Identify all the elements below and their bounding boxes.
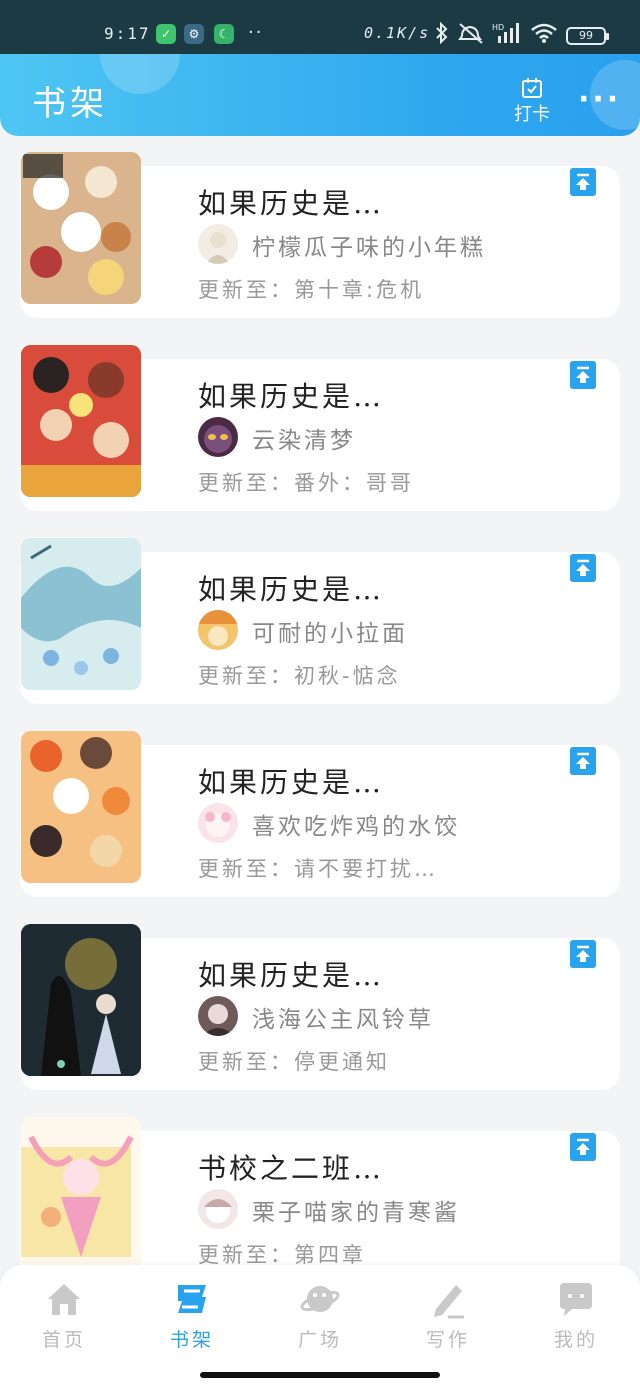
nav-label: 我的 [553, 1329, 598, 1351]
nav-label: 书架 [169, 1329, 214, 1351]
book-cover[interactable] [21, 538, 141, 690]
pin-to-top-icon[interactable] [570, 554, 596, 582]
pin-to-top-icon[interactable] [570, 168, 596, 196]
author-name: 云染清梦 [252, 428, 356, 454]
book-title: 如果历史是… [198, 380, 385, 413]
status-time: 9:17 [104, 24, 151, 43]
mute-icon [458, 23, 483, 44]
update-info: 更新至：第四章 [198, 1243, 366, 1265]
chat-bubble-icon [560, 1283, 592, 1316]
author-avatar [198, 803, 238, 843]
book-cover[interactable] [21, 924, 141, 1076]
settings-app-icon: ⚙ [184, 24, 204, 44]
bookshelf-icon [178, 1285, 206, 1313]
pin-to-top-icon[interactable] [570, 1133, 596, 1161]
author-avatar [198, 996, 238, 1036]
home-indicator[interactable] [200, 1372, 440, 1378]
nav-home[interactable]: 首页 [14, 1279, 114, 1369]
wifi-icon [531, 23, 557, 43]
book-title: 书校之二班… [198, 1152, 385, 1185]
pin-to-top-icon[interactable] [570, 940, 596, 968]
app-header: 书架 打卡 ··· [0, 54, 640, 136]
author-name: 可耐的小拉面 [252, 621, 408, 647]
bottom-nav: 首页 书架 广场 写作 我的 [0, 1265, 640, 1387]
book-cover[interactable] [21, 345, 141, 497]
decor-bubble [100, 54, 180, 94]
update-info: 更新至：初秋-惦念 [198, 664, 401, 688]
book-cover[interactable] [21, 152, 141, 304]
chat-app-icon: ☾ [214, 24, 234, 44]
checkin-label: 打卡 [514, 104, 550, 125]
author-avatar [198, 1189, 238, 1229]
bluetooth-icon [436, 22, 448, 44]
pin-to-top-icon[interactable] [570, 361, 596, 389]
network-speed: 0.1K/s [364, 24, 431, 42]
calendar-check-icon [522, 78, 542, 98]
shield-icon: ✓ [156, 24, 176, 44]
update-info: 更新至：番外：哥哥 [198, 471, 414, 495]
nav-bookshelf[interactable]: 书架 [142, 1279, 242, 1369]
nav-write[interactable]: 写作 [398, 1279, 498, 1369]
pin-to-top-icon[interactable] [570, 747, 596, 775]
book-title: 如果历史是… [198, 187, 385, 220]
nav-me[interactable]: 我的 [526, 1279, 626, 1369]
book-cover[interactable] [21, 1117, 141, 1265]
nav-label: 广场 [297, 1329, 342, 1351]
status-bar: 9:17 ✓ ⚙ ☾ ·· 0.1K/s HD 99 [0, 0, 640, 54]
author-avatar [198, 224, 238, 264]
more-notifications-icon: ·· [248, 22, 264, 43]
page-title: 书架 [32, 84, 108, 124]
battery-icon: 99 [566, 27, 609, 45]
nav-plaza[interactable]: 广场 [270, 1279, 370, 1369]
update-info: 更新至：第十章:危机 [198, 278, 425, 302]
nav-label: 写作 [425, 1329, 470, 1351]
book-title: 如果历史是… [198, 959, 385, 992]
book-title: 如果历史是… [198, 766, 385, 799]
planet-icon [300, 1286, 340, 1312]
signal-icon: HD [492, 23, 519, 43]
home-icon [48, 1284, 80, 1315]
pen-icon [434, 1285, 464, 1319]
nav-label: 首页 [41, 1329, 86, 1351]
author-name: 喜欢吃炸鸡的水饺 [252, 814, 460, 840]
author-avatar [198, 417, 238, 457]
author-name: 柠檬瓜子味的小年糕 [252, 235, 486, 261]
more-menu-button[interactable]: ··· [578, 82, 621, 117]
author-name: 浅海公主风铃草 [252, 1007, 434, 1033]
bookshelf-list[interactable]: 如果历史是… 柠檬瓜子味的小年糕 更新至：第十章:危机 如果历史是… 云染清梦 … [0, 150, 640, 1265]
book-title: 如果历史是… [198, 573, 385, 606]
checkin-button[interactable]: 打卡 [510, 78, 554, 126]
update-info: 更新至：停更通知 [198, 1050, 390, 1074]
author-name: 栗子喵家的青寒酱 [252, 1200, 460, 1226]
book-cover[interactable] [21, 731, 141, 883]
author-avatar [198, 610, 238, 650]
update-info: 更新至：请不要打扰… [198, 857, 438, 881]
svg-text:HD: HD [492, 23, 504, 32]
